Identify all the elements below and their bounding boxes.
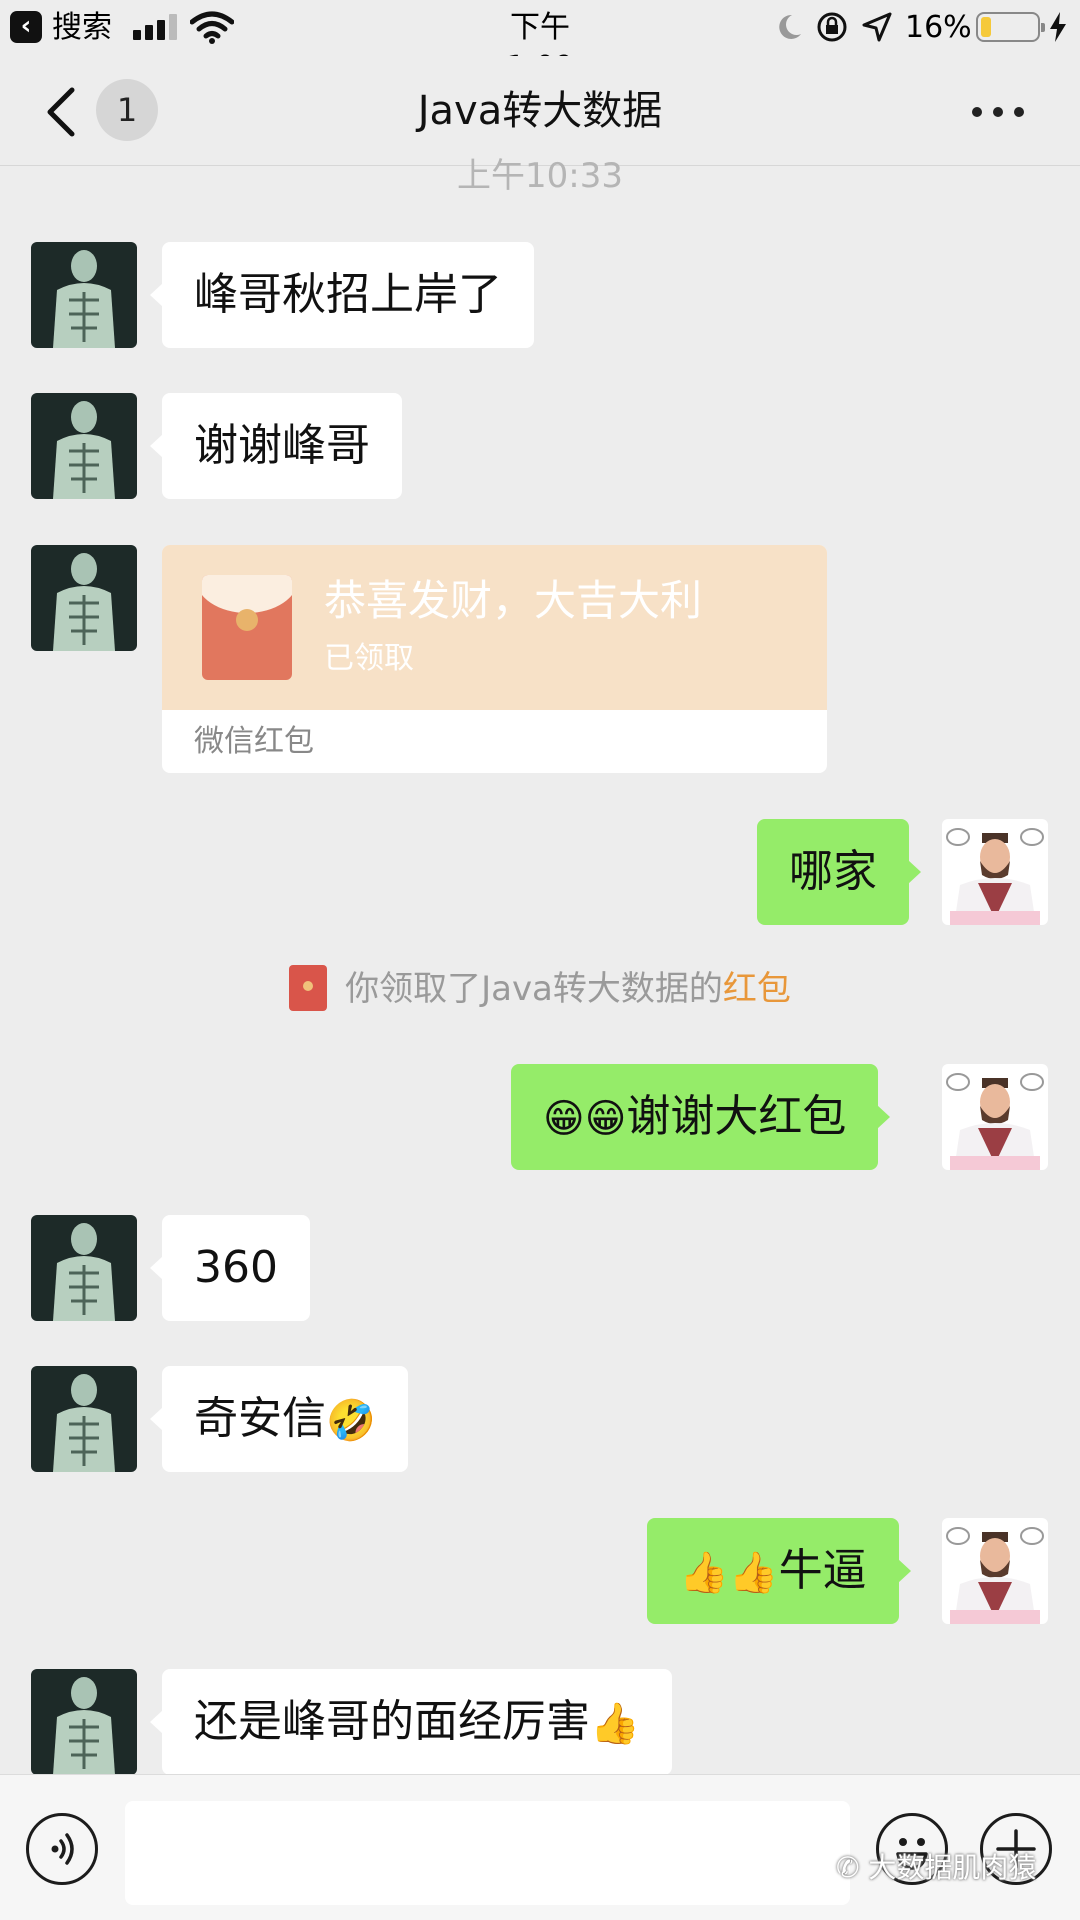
status-bar: ‹ 搜索 下午1:09 16% (0, 0, 1080, 85)
message-bubble[interactable]: 还是峰哥的面经厉害👍 (150, 1669, 672, 1775)
red-packet-icon (202, 575, 292, 680)
back-to-app-icon[interactable]: ‹ (10, 11, 42, 43)
wifi-icon (190, 11, 234, 44)
charging-icon (1050, 12, 1066, 42)
message-timestamp: 上午10:33 (457, 156, 623, 196)
rotation-lock-icon (817, 12, 847, 42)
red-packet-body: 恭喜发财，大吉大利 已领取 (162, 545, 827, 710)
watermark: ✆ 大数据肌肉猿 (836, 1851, 1037, 1884)
contact-avatar[interactable] (31, 545, 137, 651)
chat-screen: ‹ 搜索 下午1:09 16% (0, 0, 1080, 1920)
moon-icon (779, 14, 801, 39)
my-avatar[interactable] (942, 1064, 1048, 1170)
red-packet-message[interactable]: 恭喜发财，大吉大利 已领取 微信红包 (162, 545, 827, 773)
grin-emoji: 😁😁 (543, 1096, 627, 1142)
contact-avatar[interactable] (31, 1366, 137, 1472)
red-packet-label: 微信红包 (194, 724, 314, 759)
message-input[interactable] (125, 1801, 850, 1905)
chat-title: Java转大数据 (417, 88, 663, 134)
battery-icon (976, 12, 1045, 42)
laughing-emoji: 🤣 (326, 1398, 376, 1444)
contact-avatar[interactable] (31, 242, 137, 348)
red-packet-icon (289, 964, 328, 1011)
thumbs-up-emoji: 👍 (590, 1701, 640, 1747)
my-avatar[interactable] (942, 819, 1048, 925)
contact-avatar[interactable] (31, 1215, 137, 1321)
message-bubble[interactable]: 😁😁谢谢大红包 (511, 1064, 891, 1170)
red-packet-greeting: 恭喜发财，大吉大利 (324, 576, 703, 625)
message-bubble[interactable]: 奇安信🤣 (150, 1366, 408, 1472)
location-icon (862, 12, 892, 42)
contact-avatar[interactable] (31, 1669, 137, 1775)
red-packet-status: 已领取 (324, 641, 414, 676)
contact-avatar[interactable] (31, 393, 137, 499)
system-notice-text: 你领取了Java转大数据的 (345, 969, 723, 1009)
message-bubble[interactable]: 哪家 (757, 819, 921, 925)
thumbs-up-emoji: 👍👍 (679, 1550, 779, 1596)
chevron-left-icon[interactable] (40, 86, 84, 138)
back-app-label[interactable]: 搜索 (52, 8, 112, 48)
message-bubble[interactable]: 谢谢峰哥 (150, 393, 402, 499)
more-icon[interactable] (970, 92, 1026, 132)
signal-icon (133, 14, 179, 40)
unread-count-badge[interactable]: 1 (96, 79, 158, 141)
message-bubble[interactable]: 峰哥秋招上岸了 (150, 242, 534, 348)
chat-input-bar (0, 1774, 1080, 1920)
red-packet-link[interactable]: 红包 (723, 969, 791, 1009)
system-notice: 你领取了Java转大数据的红包 (0, 964, 1080, 1014)
message-bubble[interactable]: 360 (150, 1215, 310, 1321)
my-avatar[interactable] (942, 1518, 1048, 1624)
message-bubble[interactable]: 👍👍牛逼 (647, 1518, 911, 1624)
voice-icon[interactable] (26, 1813, 98, 1885)
battery-percent: 16% (905, 10, 972, 45)
